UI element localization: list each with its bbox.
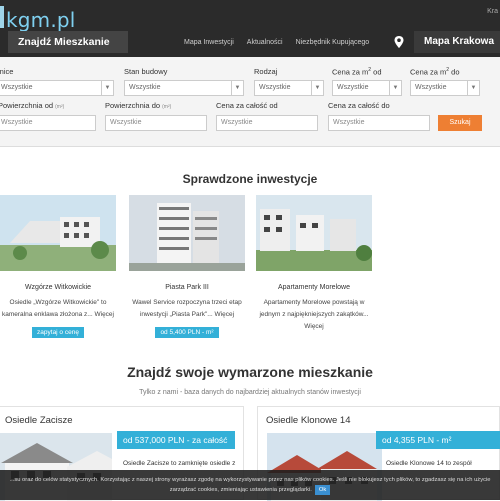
chevron-down-icon: ▼ (101, 81, 113, 95)
chevron-down-icon: ▼ (467, 81, 479, 95)
ask-price-button[interactable]: zapytaj o cenę (32, 327, 84, 338)
menu-investment-map[interactable]: Mapa Inwestycji (184, 39, 234, 46)
construction-select[interactable]: Wszystkie ▼ (124, 80, 244, 96)
offer-price: od 4,355 PLN - m² (376, 431, 500, 449)
area-from-label: Powierzchnia od (m²) (0, 101, 65, 110)
construction-label: Stan budowy (124, 67, 168, 76)
total-price-from-label: Cena za całość od (216, 101, 278, 110)
area-to-input[interactable]: Wszystkie (105, 115, 207, 131)
main-menu: Mapa Inwestycji Aktualności Niezbędnik K… (184, 39, 369, 46)
price-m2-from-select[interactable]: Wszystkie ▼ (332, 80, 402, 96)
offer-title: Osiedle Klonowe 14 (266, 415, 351, 426)
investment-description: Osiedle „Wzgórze Witkowickie" to kameral… (2, 299, 114, 318)
price-button[interactable]: od 5,400 PLN - m² (155, 327, 219, 338)
chevron-down-icon: ▼ (311, 81, 323, 95)
price-m2-from-label: Cena za m2 od (332, 67, 382, 77)
type-select[interactable]: Wszystkie ▼ (254, 80, 324, 96)
search-button[interactable]: Szukaj (438, 115, 482, 131)
investment-photo (129, 195, 245, 271)
total-price-to-label: Cena za całość do (328, 101, 390, 110)
investment-name: Piasta Park III (165, 284, 209, 291)
investment-description: Apartamenty Morelowe powstają w jednym z… (259, 299, 369, 330)
chevron-down-icon: ▼ (389, 81, 401, 95)
offer-description: Osiedle Klonowe 14 to zespół (386, 460, 472, 467)
krakow-map-button[interactable]: Mapa Krakowa (414, 31, 500, 53)
investment-photo (0, 195, 116, 271)
investment-name: Wzgórze Witkowickie (24, 284, 92, 291)
area-from-input[interactable]: Wszystkie (0, 115, 96, 131)
total-price-to-input[interactable]: Wszystkie (328, 115, 430, 131)
price-m2-to-label: Cena za m2 do (410, 67, 460, 77)
find-apartment-tab[interactable]: Znajdź Mieszkanie (8, 31, 128, 53)
verified-investments-title: Sprawdzone inwestycje (182, 172, 318, 186)
investment-photo (256, 195, 372, 271)
investment-card[interactable]: Piasta Park III Wawel Service rozpoczyna… (129, 195, 245, 339)
offer-title: Osiedle Zacisze (5, 415, 73, 426)
logo-mark (0, 6, 4, 28)
chevron-down-icon: ▼ (231, 81, 243, 95)
cookie-ok-button[interactable]: Ok (314, 485, 331, 495)
cookie-banner: ...su oraz do celów statystycznych. Korz… (0, 470, 500, 500)
price-m2-to-select[interactable]: Wszystkie ▼ (410, 80, 480, 96)
top-navigation-bar: kgm.pl Kra Znajdź Mieszkanie Mapa Inwest… (0, 0, 500, 57)
dream-apartment-subtitle: Tylko z nami - baza danych do najbardzie… (139, 389, 361, 396)
investment-description: Wawel Service rozpoczyna trzeci etap inw… (132, 299, 242, 318)
area-to-label: Powierzchnia do (m²) (105, 101, 172, 110)
investment-card[interactable]: Apartamenty Morelowe Apartamenty Morelow… (256, 195, 372, 333)
investment-card[interactable]: Wzgórze Witkowickie Osiedle „Wzgórze Wit… (0, 195, 116, 339)
menu-buyer-guide[interactable]: Niezbędnik Kupującego (296, 39, 370, 46)
map-pin-icon (394, 36, 404, 48)
dream-apartment-title: Znajdź swoje wymarzone mieszkanie (127, 364, 373, 380)
site-logo[interactable]: kgm.pl (6, 8, 76, 32)
offer-description: Osiedle Zacisze to zamknięte osiedle z (123, 460, 236, 467)
offer-price: od 537,000 PLN - za całość (117, 431, 235, 449)
menu-news[interactable]: Aktualności (247, 39, 283, 46)
city-selector[interactable]: Kra (487, 8, 498, 15)
district-select[interactable]: Wszystkie ▼ (0, 80, 114, 96)
district-label: Dzielnice (0, 67, 14, 76)
total-price-from-input[interactable]: Wszystkie (216, 115, 318, 131)
cookie-text-2: zarządzać cookies, zmieniając ustawienia… (169, 487, 312, 493)
cookie-text: ...su oraz do celów statystycznych. Korz… (9, 477, 491, 483)
type-label: Rodzaj (254, 67, 278, 76)
investment-name: Apartamenty Morelowe (278, 284, 350, 291)
